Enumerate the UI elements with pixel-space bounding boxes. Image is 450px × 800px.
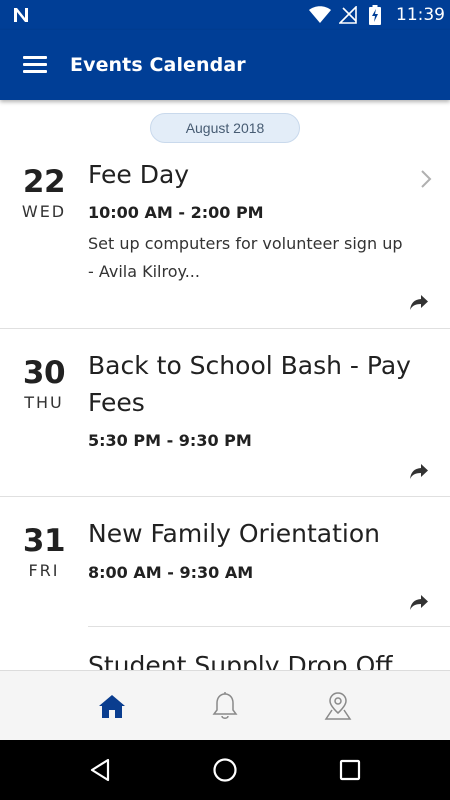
event-title: Fee Day	[88, 160, 190, 189]
event-title: New Family Orientation	[88, 519, 381, 548]
event-weekday: FRI	[28, 561, 60, 580]
event-weekday: WED	[21, 202, 67, 221]
signal-off-icon	[339, 6, 357, 24]
event-title-line: Fees	[88, 388, 145, 417]
event-description-line: - Avila Kilroy...	[88, 262, 200, 281]
event-day-number: 30	[22, 355, 66, 391]
event-item[interactable]: 22 WED Fee Day 10:00 AM - 2:00 PM Set up…	[0, 100, 450, 329]
event-time: 8:00 AM - 9:30 AM	[88, 563, 254, 582]
event-item[interactable]: 30 THU Back to School Bash - Pay Fees 5:…	[0, 329, 450, 497]
event-day-number: 31	[22, 523, 66, 559]
event-day-number: 22	[22, 164, 66, 200]
event-title: Back to School Bash - Pay Fees	[88, 347, 418, 421]
share-icon[interactable]	[408, 593, 430, 611]
status-bar: 11:39	[0, 0, 450, 30]
event-weekday: THU	[24, 393, 64, 412]
app-bar: Events Calendar	[0, 30, 450, 100]
recents-icon[interactable]	[325, 750, 375, 790]
share-icon[interactable]	[408, 293, 430, 311]
battery-charging-icon	[369, 5, 381, 25]
status-clock: 11:39	[396, 5, 445, 25]
event-description: Set up computers for volunteer sign up -…	[88, 230, 423, 286]
home-circle-icon[interactable]	[200, 750, 250, 790]
event-title: Student Supply Drop Off	[88, 651, 393, 670]
back-icon[interactable]	[75, 750, 125, 790]
map-pin-icon	[324, 692, 352, 720]
event-time: 5:30 PM - 9:30 PM	[88, 431, 252, 450]
nav-locations[interactable]	[263, 671, 413, 741]
event-description-line: Set up computers for volunteer sign up	[88, 234, 403, 253]
system-nav-bar	[0, 740, 450, 800]
events-list[interactable]: August 2018 22 WED Fee Day 10:00 AM - 2:…	[0, 100, 450, 670]
bell-icon	[212, 692, 238, 719]
chevron-right-icon[interactable]	[418, 168, 434, 190]
n-logo-icon	[14, 8, 28, 22]
wifi-icon	[309, 6, 331, 23]
home-icon	[99, 695, 125, 718]
event-title-line: Back to School Bash - Pay	[88, 351, 411, 380]
share-icon[interactable]	[408, 462, 430, 480]
event-item[interactable]: Student Supply Drop Off	[0, 627, 450, 670]
event-item[interactable]: 31 FRI New Family Orientation 8:00 AM - …	[0, 497, 450, 627]
hamburger-menu-icon[interactable]	[14, 47, 58, 83]
event-time: 10:00 AM - 2:00 PM	[88, 203, 264, 222]
bottom-nav	[0, 670, 450, 740]
page-title: Events Calendar	[70, 54, 246, 76]
